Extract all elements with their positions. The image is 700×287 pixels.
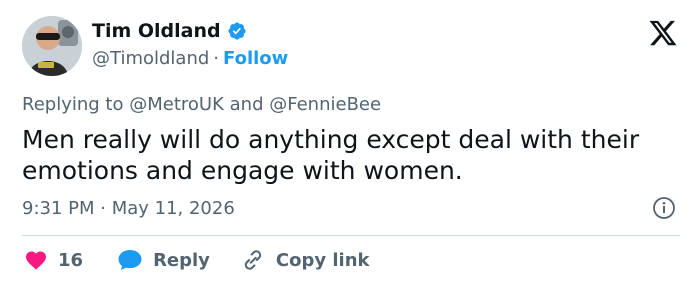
like-button[interactable]: 16 <box>24 248 83 272</box>
follow-button[interactable]: Follow <box>223 48 288 69</box>
handle-row: @Timoldland · Follow <box>92 48 288 69</box>
reply-label: Reply <box>153 249 210 271</box>
verified-badge-icon <box>228 22 246 40</box>
replying-prefix: Replying to <box>22 94 124 115</box>
divider <box>22 235 680 236</box>
replying-join: and <box>229 94 264 115</box>
avatar[interactable] <box>22 16 82 76</box>
info-icon[interactable] <box>652 196 676 220</box>
replying-to: Replying to @MetroUK and @FennieBee <box>22 94 381 115</box>
link-icon <box>244 250 262 270</box>
tweet-text: Men really will do anything except deal … <box>22 125 640 185</box>
x-logo-icon[interactable] <box>648 18 678 48</box>
tweet-timestamp[interactable]: 9:31 PM · May 11, 2026 <box>22 198 235 219</box>
author-handle[interactable]: @Timoldland <box>92 48 209 69</box>
reply-button[interactable]: Reply <box>117 248 210 272</box>
copy-link-button[interactable]: Copy link <box>240 247 370 273</box>
action-bar: 16 Reply Copy link <box>24 247 370 273</box>
speech-bubble-icon <box>118 250 142 270</box>
author-name-row: Tim Oldland <box>92 20 247 42</box>
copy-link-label: Copy link <box>275 249 370 271</box>
mention-link[interactable]: @FennieBee <box>269 94 381 115</box>
author-name[interactable]: Tim Oldland <box>92 20 221 42</box>
separator-dot: · <box>213 48 220 69</box>
like-count: 16 <box>58 249 84 271</box>
heart-icon <box>26 251 46 270</box>
mention-link[interactable]: @MetroUK <box>129 94 224 115</box>
avatar-image <box>22 16 82 76</box>
